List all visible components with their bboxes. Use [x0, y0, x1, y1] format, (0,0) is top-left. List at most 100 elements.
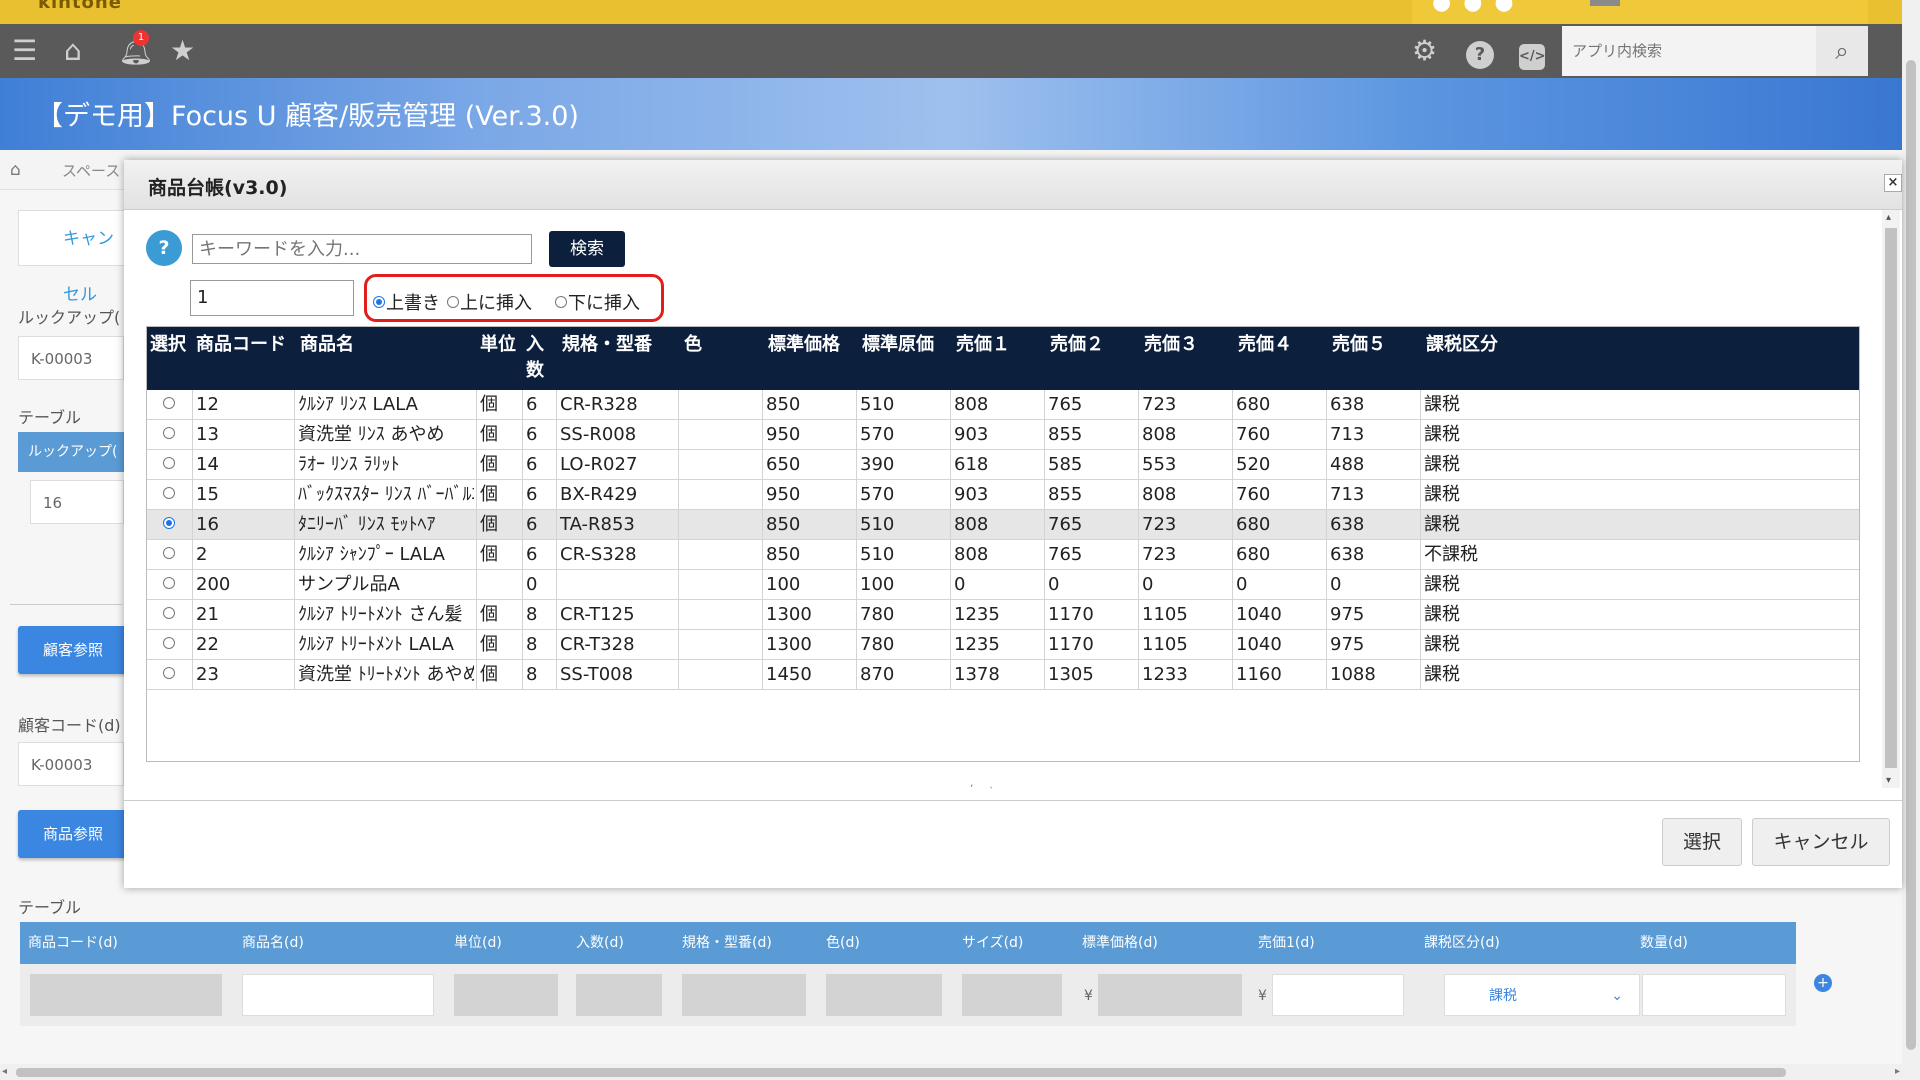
record-cancel-button[interactable]: キャンセル [18, 210, 128, 305]
top-bar-icons[interactable]: ●●● [1432, 0, 1526, 15]
subtable-product-name-cell[interactable] [242, 974, 434, 1016]
table-cell [682, 480, 760, 510]
help-icon[interactable]: ? [146, 230, 182, 266]
table-cell: CR-T125 [560, 604, 635, 625]
table-cell: 0 [526, 574, 538, 595]
table-cell [682, 420, 760, 450]
row-select-radio[interactable] [146, 660, 192, 690]
subtable-col: 色(d) [826, 935, 860, 951]
table-cell: 975 [1330, 634, 1365, 655]
breadcrumb-home-icon[interactable]: ⌂ [10, 160, 21, 180]
keyword-input[interactable] [192, 234, 532, 264]
subtable-product-code-cell[interactable] [30, 974, 222, 1016]
table-cell: 855 [1048, 484, 1083, 505]
radio-insert-below[interactable]: 下に挿入 [555, 289, 640, 315]
table-row[interactable]: 23 資洗堂 ﾄﾘｰﾄﾒﾝﾄ あやめ個 8 SS-T008 1450 870 1378 130… [146, 660, 1860, 690]
product-ref-button[interactable]: 商品参照 [18, 810, 128, 858]
subtable-color-cell[interactable] [826, 974, 942, 1016]
menu-icon[interactable]: ☰ [12, 24, 37, 78]
table-row[interactable]: 22 ｸﾙｼｱ ﾄﾘｰﾄﾒﾝﾄ LALA 個 8 CR-T328 1300 780 1235 1… [146, 630, 1860, 660]
table-row[interactable]: 13 資洗堂 ﾘﾝｽ あやめ 個 6 SS-R008 950 570 903 855 808 760… [146, 420, 1860, 450]
scroll-up-icon[interactable]: ▴ [1886, 212, 1891, 223]
star-icon[interactable]: ★ [170, 24, 195, 78]
table-cell: LO-R027 [560, 454, 638, 475]
subtable-quantity-cell[interactable] [1642, 974, 1786, 1016]
subtable-tax-select[interactable]: 課税 ⌄ [1444, 974, 1640, 1016]
subtable-size-cell[interactable] [962, 974, 1062, 1016]
table-row[interactable]: 14 ﾗｵｰ ﾘﾝｽ ﾗﾘｯﾄ 個 6 LO-R027 650 390 618 585 553 52… [146, 450, 1860, 480]
row-select-radio[interactable] [146, 480, 192, 510]
table-row[interactable]: 21 ｸﾙｼｱ ﾄﾘｰﾄﾒﾝﾄ さん髪個 8 CR-T125 1300 780 1235 11… [146, 600, 1860, 630]
breadcrumb-space[interactable]: スペース [62, 160, 120, 181]
row-select-radio[interactable] [146, 570, 192, 600]
cancel-button[interactable]: キャンセル [1752, 818, 1890, 866]
table-cell: 808 [954, 514, 989, 535]
scroll-left-icon[interactable]: ◂ [2, 1064, 7, 1080]
close-icon[interactable]: × [1884, 174, 1902, 192]
grid-line [294, 510, 295, 540]
grid-line [294, 570, 295, 600]
select-button[interactable]: 選択 [1662, 818, 1742, 866]
row-select-radio[interactable] [146, 450, 192, 480]
row-select-radio[interactable] [146, 510, 192, 540]
table-row[interactable]: 2 ｸﾙｼｱ ｼｬﾝﾌﾟｰ LALA 個 6 CR-S328 850 510 808 765 72… [146, 540, 1860, 570]
search-button[interactable]: 検索 [549, 231, 625, 267]
grid-line [476, 450, 477, 480]
table-row[interactable]: 12 ｸﾙｼｱ ﾘﾝｽ LALA 個 6 CR-R328 850 510 808 765 723 6… [146, 390, 1860, 420]
home-icon[interactable]: ⌂ [64, 24, 82, 78]
subtable-unit-cell[interactable] [454, 974, 558, 1016]
table-cell [682, 630, 760, 660]
add-row-icon[interactable]: + [1814, 974, 1832, 992]
lookup-field[interactable]: K-00003 [18, 336, 124, 380]
table-row[interactable]: 15 ﾊﾞｯｸｽﾏｽﾀｰ ﾘﾝｽ ﾊﾞｰﾊﾞﾙｴ... 個 6 BX-R429 950 57… [146, 480, 1860, 510]
customer-ref-button[interactable]: 顧客参照 [18, 626, 128, 674]
scroll-down-icon[interactable]: ▾ [1886, 775, 1891, 786]
column-header: 売価１ [956, 334, 1010, 355]
scroll-thumb[interactable] [16, 1068, 1786, 1077]
subtable-spec-cell[interactable] [682, 974, 806, 1016]
user-menu-icon[interactable] [1590, 0, 1620, 6]
table-row[interactable]: 16 ﾀﾆﾘｰﾊﾞ ﾘﾝｽ ﾓｯﾄﾍｱ 個 6 TA-R853 850 510 808 765 7… [146, 510, 1860, 540]
grid-line [762, 600, 763, 630]
radio-unchecked-icon [162, 577, 175, 589]
table-cell: 個 [480, 604, 498, 625]
help-icon[interactable]: ? [1466, 24, 1494, 78]
radio-insert-above[interactable]: 上に挿入 [447, 289, 532, 315]
row-select-radio[interactable] [146, 600, 192, 630]
grid-line [476, 510, 477, 540]
grid-line [294, 540, 295, 570]
grid-line [556, 540, 557, 570]
subtable-qty-per-cell[interactable] [576, 974, 662, 1016]
row-select-radio[interactable] [146, 540, 192, 570]
scroll-right-icon[interactable]: ▸ [1895, 1064, 1900, 1080]
row-select-radio[interactable] [146, 630, 192, 660]
modal-scrollbar[interactable]: ▴ ▾ [1882, 210, 1900, 788]
customer-code-field[interactable]: K-00003 [18, 742, 124, 786]
scroll-thumb[interactable] [1906, 60, 1916, 1050]
table-cell: 個 [480, 454, 498, 475]
grid-line [1326, 600, 1327, 630]
page-vertical-scrollbar[interactable] [1902, 0, 1920, 1080]
row-select-radio[interactable] [146, 420, 192, 450]
grid-line [856, 660, 857, 690]
table-cell: 6 [526, 484, 538, 505]
grid-line [294, 600, 295, 630]
table-cell: 713 [1330, 424, 1365, 445]
row-position-input[interactable]: 1 [190, 280, 354, 316]
search-icon[interactable]: ⌕ [1816, 26, 1868, 76]
grid-line [522, 630, 523, 660]
page-horizontal-scrollbar[interactable]: ◂ ▸ [0, 1064, 1902, 1080]
row-select-radio[interactable] [146, 390, 192, 420]
radio-overwrite[interactable]: 上書き [373, 289, 440, 315]
grid-line [678, 510, 679, 540]
gear-icon[interactable]: ⚙ [1412, 24, 1437, 78]
app-search-input[interactable] [1562, 26, 1816, 76]
grid-line [1044, 450, 1045, 480]
subtable-row: ¥ ¥ 課税 ⌄ [20, 964, 1796, 1026]
table-row[interactable]: 200 サンプル品A 0 100 100 0 0 0 0 0 課税 [146, 570, 1860, 600]
subtable-std-price-cell[interactable] [1098, 974, 1242, 1016]
code-icon[interactable]: </> [1519, 24, 1546, 78]
table-lookup-field[interactable]: 16 [30, 480, 124, 524]
scroll-thumb[interactable] [1885, 228, 1897, 768]
subtable-price1-cell[interactable] [1272, 974, 1404, 1016]
